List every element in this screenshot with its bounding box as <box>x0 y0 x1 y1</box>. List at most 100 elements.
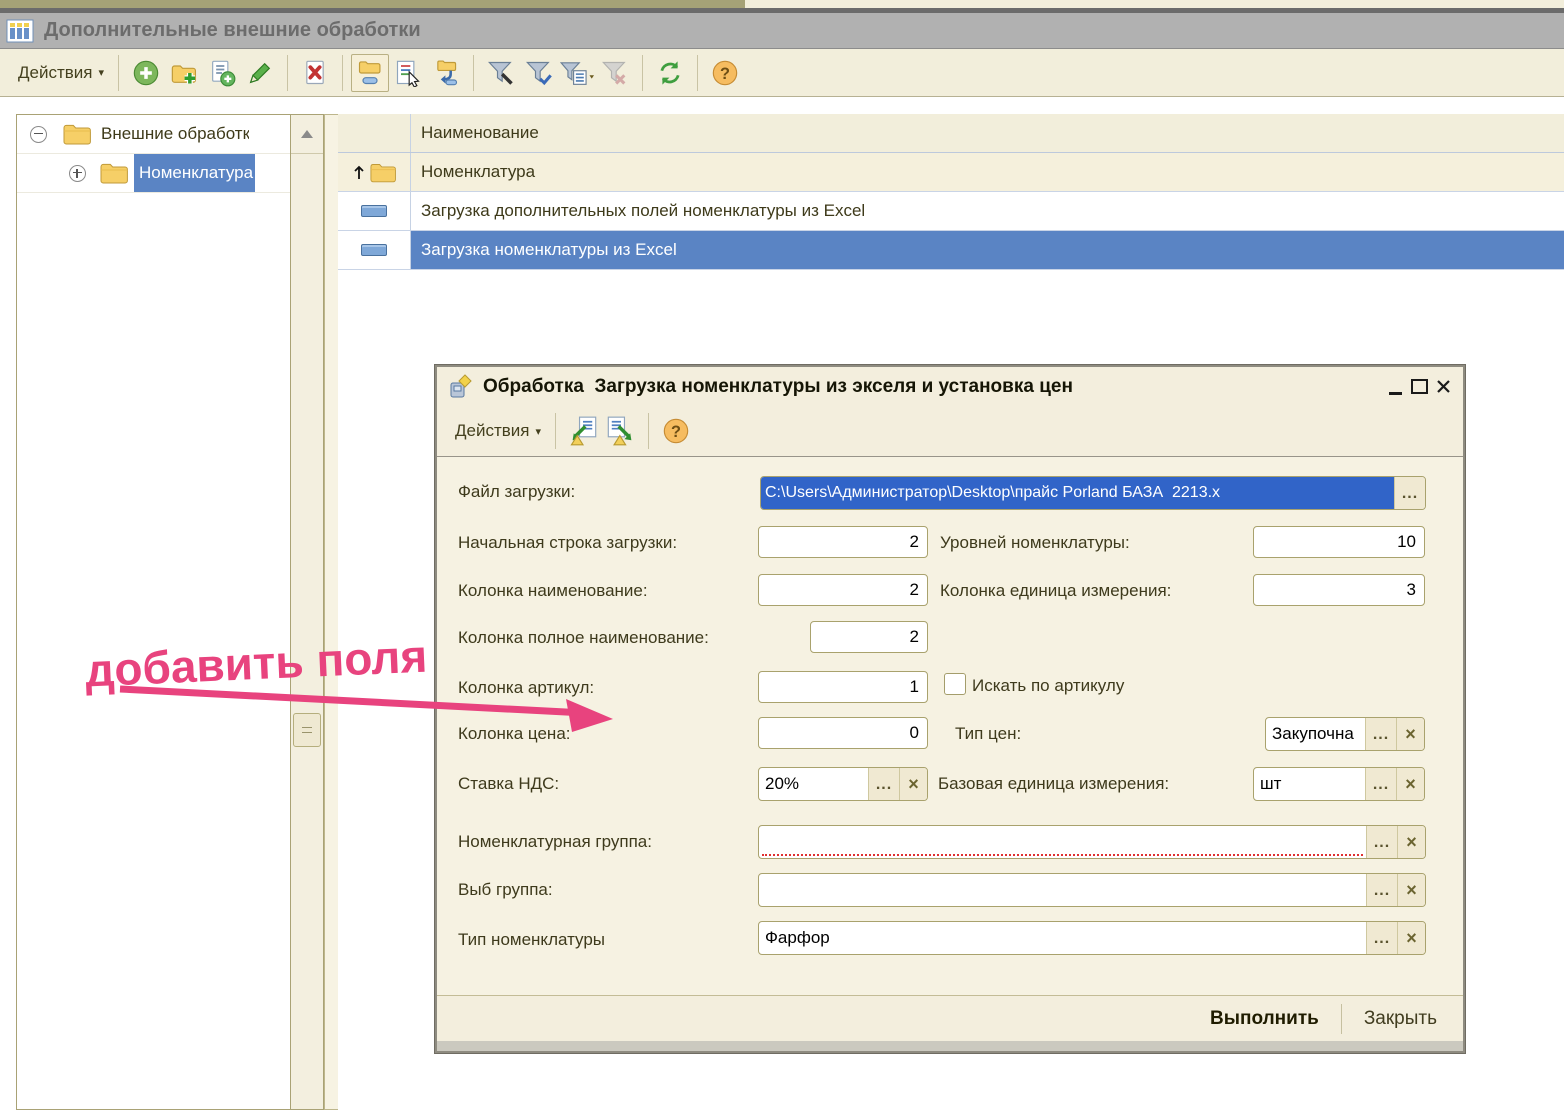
close-button[interactable]: Закрыть <box>1358 1007 1443 1031</box>
toolbar-separator <box>473 55 474 91</box>
nom-type-clear-button[interactable]: × <box>1397 922 1425 954</box>
nom-type-select-button[interactable]: ... <box>1366 922 1397 954</box>
toolbar-separator <box>118 55 119 91</box>
collapse-icon[interactable] <box>30 126 47 143</box>
dialog-bottom-edge <box>435 1041 1465 1053</box>
toolbar-separator <box>697 55 698 91</box>
processing-icon <box>361 205 387 217</box>
vat-select-button[interactable]: ... <box>868 768 899 800</box>
maximize-icon[interactable] <box>1407 375 1431 399</box>
base-unit-select-button[interactable]: ... <box>1365 768 1396 800</box>
edit-icon[interactable] <box>241 54 279 92</box>
execute-button[interactable]: Выполнить <box>1204 1007 1325 1031</box>
folder-icon <box>370 162 396 183</box>
start-row-input[interactable]: 2 <box>758 526 928 558</box>
file-input[interactable]: C:\Users\Администратор\Desktop\прайс Por… <box>760 476 1426 510</box>
dialog-actions-label: Действия <box>455 421 529 441</box>
list-header-icon-cell <box>338 114 411 152</box>
dialog-help-icon[interactable]: ? <box>657 412 695 450</box>
actions-menu-button[interactable]: Действия ▾ <box>12 62 110 84</box>
sel-group-select-button[interactable]: ... <box>1366 874 1397 906</box>
list-row-label: Загрузка дополнительных полей номенклату… <box>411 192 1564 230</box>
table-columns-icon <box>6 17 34 45</box>
nom-type-label: Тип номенклатуры <box>458 930 605 950</box>
article-col-input[interactable]: 1 <box>758 671 928 703</box>
level-up-icon <box>353 164 365 180</box>
add-group-icon[interactable] <box>165 54 203 92</box>
list-row-label: Номенклатура <box>411 153 1564 191</box>
levels-input[interactable]: 10 <box>1253 526 1425 558</box>
save-settings-icon[interactable] <box>602 412 640 450</box>
price-type-field[interactable]: Закупочна ... × <box>1265 717 1425 751</box>
list-row-icon-cell <box>338 192 411 230</box>
scrollbar-thumb[interactable] <box>293 713 321 747</box>
nom-group-clear-button[interactable]: × <box>1397 826 1425 858</box>
triangle-up-icon <box>301 130 313 138</box>
price-type-clear-button[interactable]: × <box>1396 718 1424 750</box>
panel-splitter[interactable] <box>324 114 339 1110</box>
levels-label: Уровней номенклатуры: <box>940 533 1130 553</box>
unit-col-label: Колонка единица измерения: <box>940 581 1171 601</box>
copy-icon[interactable] <box>203 54 241 92</box>
close-icon[interactable] <box>1431 375 1455 399</box>
delete-icon[interactable] <box>296 54 334 92</box>
list-header-name[interactable]: Наименование <box>411 114 1564 152</box>
sel-group-field[interactable]: ... × <box>758 873 1426 907</box>
minimize-icon[interactable] <box>1383 375 1407 399</box>
sel-group-clear-button[interactable]: × <box>1397 874 1425 906</box>
list-row-group[interactable]: Номенклатура <box>338 153 1564 192</box>
full-name-col-input[interactable]: 2 <box>810 621 928 653</box>
dialog-footer: Выполнить Закрыть <box>437 995 1463 1041</box>
refresh-icon[interactable] <box>651 54 689 92</box>
move-to-group-icon[interactable] <box>427 54 465 92</box>
price-type-select-button[interactable]: ... <box>1365 718 1396 750</box>
nom-group-label: Номенклатурная группа: <box>458 832 652 852</box>
folder-icon <box>63 123 91 145</box>
price-type-value: Закупочна <box>1266 718 1365 750</box>
price-type-label: Тип цен: <box>955 724 1021 744</box>
dialog-toolbar: Действия ▾ ? <box>437 406 1463 457</box>
svg-text:?: ? <box>720 64 730 82</box>
footer-divider <box>1341 1004 1342 1034</box>
base-unit-clear-button[interactable]: × <box>1396 768 1424 800</box>
vat-clear-button[interactable]: × <box>899 768 927 800</box>
filter-by-value-icon[interactable] <box>558 54 596 92</box>
search-by-article-checkbox[interactable] <box>944 673 966 695</box>
base-unit-field[interactable]: шт ... × <box>1253 767 1425 801</box>
processing-icon <box>361 244 387 256</box>
tree-panel: Внешние обработки Номенклатура <box>16 114 292 1110</box>
unit-col-input[interactable]: 3 <box>1253 574 1425 606</box>
tree-scrollbar[interactable] <box>290 114 324 1110</box>
tree-item-external-processings[interactable]: Внешние обработки <box>17 115 291 154</box>
restore-settings-icon[interactable] <box>564 412 602 450</box>
list-row[interactable]: Загрузка дополнительных полей номенклату… <box>338 192 1564 231</box>
tree-item-nomenclature[interactable]: Номенклатура <box>17 154 291 193</box>
file-label: Файл загрузки: <box>458 482 575 502</box>
hierarchy-view-icon[interactable] <box>351 54 389 92</box>
name-col-input[interactable]: 2 <box>758 574 928 606</box>
base-unit-label: Базовая единица измерения: <box>938 774 1169 794</box>
filter-settings-icon[interactable] <box>482 54 520 92</box>
toolbar-separator <box>555 413 556 449</box>
nom-group-select-button[interactable]: ... <box>1366 826 1397 858</box>
full-name-col-label: Колонка полное наименование: <box>458 628 709 648</box>
search-by-article-label: Искать по артикулу <box>972 676 1124 696</box>
select-items-icon[interactable] <box>389 54 427 92</box>
expand-icon[interactable] <box>69 165 86 182</box>
toolbar-separator <box>648 413 649 449</box>
add-icon[interactable] <box>127 54 165 92</box>
help-icon[interactable]: ? <box>706 54 744 92</box>
list-row-label: Загрузка номенклатуры из Excel <box>411 231 1564 269</box>
list-row-selected[interactable]: Загрузка номенклатуры из Excel <box>338 231 1564 270</box>
file-browse-button[interactable]: ... <box>1394 477 1425 509</box>
dialog-actions-menu-button[interactable]: Действия ▾ <box>449 420 547 442</box>
vat-field[interactable]: 20% ... × <box>758 767 928 801</box>
chevron-down-icon: ▾ <box>98 66 104 79</box>
filter-edit-icon[interactable] <box>520 54 558 92</box>
price-col-input[interactable]: 0 <box>758 717 928 749</box>
nom-type-field[interactable]: Фарфор ... × <box>758 921 1426 955</box>
base-unit-value: шт <box>1254 768 1365 800</box>
nom-group-field[interactable]: ... × <box>758 825 1426 859</box>
processing-icon <box>449 374 475 400</box>
scroll-up-button[interactable] <box>291 115 323 154</box>
